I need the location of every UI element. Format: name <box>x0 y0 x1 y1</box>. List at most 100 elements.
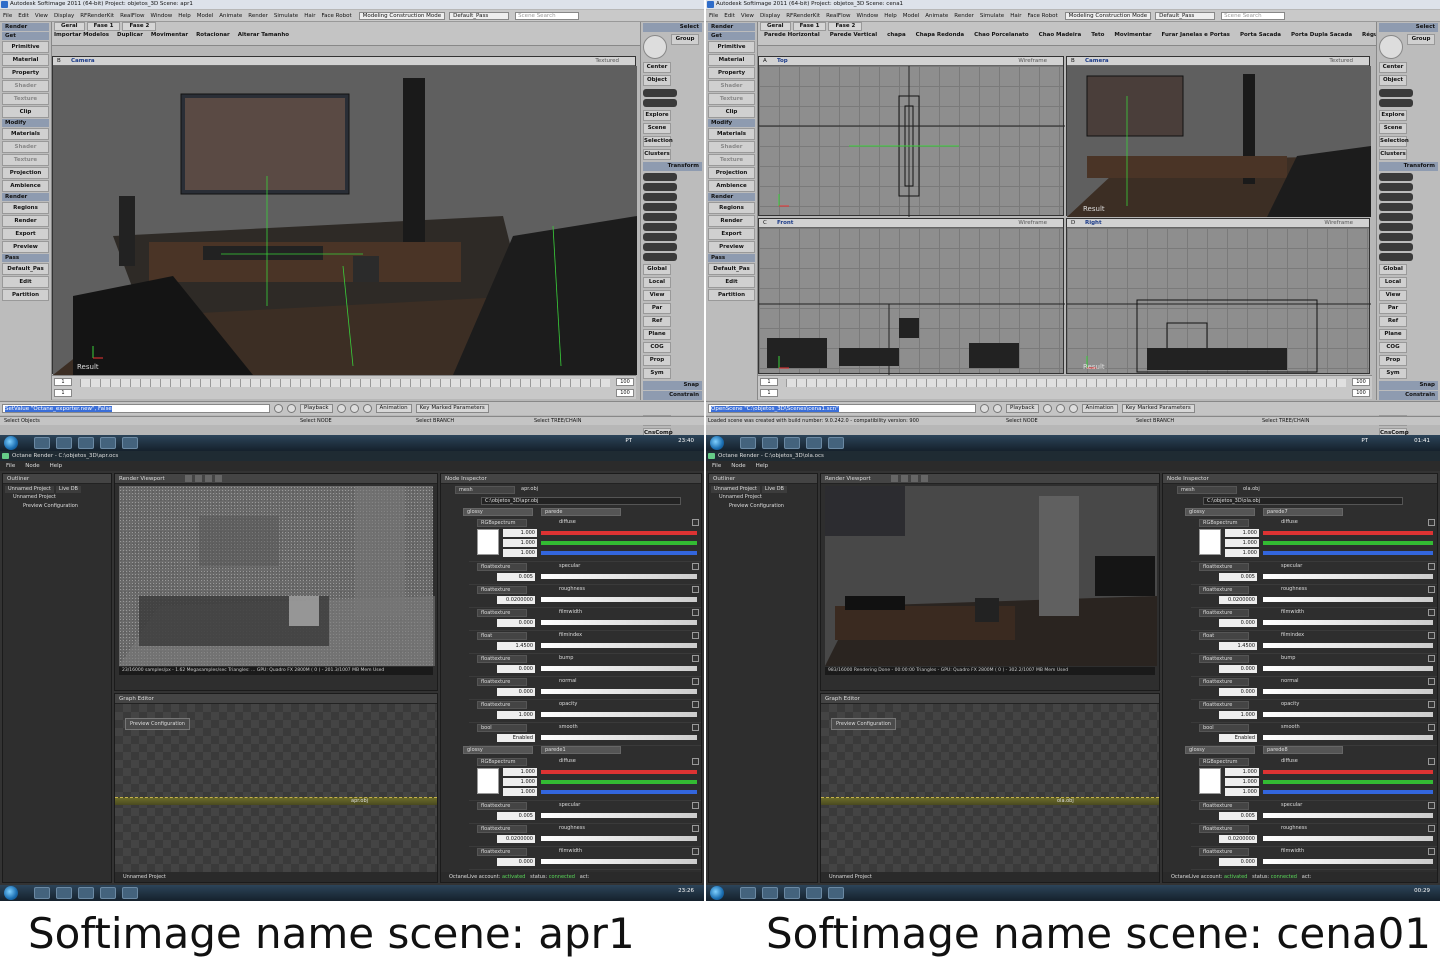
pause-icon[interactable] <box>910 475 918 482</box>
mca-view[interactable]: View <box>643 290 671 301</box>
material-type[interactable]: glossy <box>463 508 533 516</box>
row-value[interactable]: 1.4500 <box>497 642 535 650</box>
row-slider[interactable] <box>541 712 697 717</box>
menu-face-robot[interactable]: Face Robot <box>1025 13 1061 19</box>
row-type[interactable]: floattexture <box>477 655 527 663</box>
mesh-path[interactable]: C:\objetos_3D\apr.obj <box>481 497 681 505</box>
mesh-node-bar[interactable] <box>821 797 1159 805</box>
mca-local[interactable]: Local <box>1379 277 1407 288</box>
transform-field[interactable] <box>643 193 677 201</box>
panel-regions[interactable]: Regions <box>2 202 49 214</box>
viewport-display-mode[interactable]: Wireframe <box>1324 219 1353 228</box>
transform-field[interactable] <box>1379 173 1413 181</box>
taskbar-softimage-icon[interactable] <box>78 437 94 449</box>
mode-dropdown[interactable]: Modeling Construction Mode <box>358 11 446 20</box>
panel-ambience[interactable]: Ambience <box>2 180 49 192</box>
transform-field[interactable] <box>1379 233 1413 241</box>
pause-icon[interactable] <box>204 475 212 482</box>
tool-chapa-redonda[interactable]: Chapa Redonda <box>916 32 964 38</box>
rgb-slider-0[interactable] <box>541 531 697 535</box>
rgb-value[interactable]: 1.000 <box>503 529 537 537</box>
camera-viewport[interactable]: B Camera Textured Result <box>52 56 637 375</box>
mca-group[interactable]: Group <box>1407 34 1435 45</box>
mca-par[interactable]: Par <box>643 303 671 314</box>
panel-materials[interactable]: Materials <box>708 128 755 140</box>
panel-shader[interactable]: Shader <box>708 141 755 153</box>
tool-rotacionar[interactable]: Rotacionar <box>196 32 230 38</box>
rgb-value[interactable]: 1.000 <box>503 768 537 776</box>
viewport-canvas[interactable]: Result <box>1067 228 1371 373</box>
mca-group[interactable]: Group <box>671 34 699 45</box>
transform-field[interactable] <box>1379 193 1413 201</box>
row-checkbox[interactable] <box>1428 701 1435 708</box>
play-icon[interactable] <box>900 475 908 482</box>
start-button[interactable] <box>710 436 724 450</box>
taskbar-ie-icon[interactable] <box>740 887 756 899</box>
language-indicator[interactable]: PT <box>625 438 632 444</box>
transform-field[interactable] <box>643 253 677 261</box>
script-icon[interactable] <box>980 404 989 413</box>
tool-chao-porcelanato[interactable]: Chao Porcelanato <box>974 32 1029 38</box>
row-checkbox[interactable] <box>692 848 699 855</box>
rewind-icon[interactable] <box>1042 404 1052 413</box>
scene-search-input[interactable]: Scene Search <box>515 11 580 20</box>
panel-edit[interactable]: Edit <box>708 276 755 288</box>
transform-field[interactable] <box>1379 203 1413 211</box>
mca-global[interactable]: Global <box>1379 264 1407 275</box>
timeline-current-frame[interactable]: 1 <box>760 389 778 397</box>
timeline[interactable]: 1 100 1 100 <box>52 375 636 399</box>
taskbar-app-icon[interactable] <box>828 437 844 449</box>
menu-node[interactable]: Node <box>731 461 745 471</box>
transform-field[interactable] <box>643 243 677 251</box>
row-checkbox[interactable] <box>1428 825 1435 832</box>
panel-texture[interactable]: Texture <box>2 93 49 105</box>
row-slider[interactable] <box>541 859 697 864</box>
timeline-end[interactable]: 100 <box>616 378 634 386</box>
panel-default-pas[interactable]: Default_Pas <box>708 263 755 275</box>
rewind-icon[interactable] <box>336 404 346 413</box>
color-swatch[interactable] <box>1199 529 1221 555</box>
menu-model[interactable]: Model <box>900 13 923 19</box>
tool-alterar-tamanho[interactable]: Alterar Tamanho <box>238 32 289 38</box>
material-name[interactable]: parede1 <box>541 746 621 754</box>
row-type[interactable]: floattexture <box>1199 678 1249 686</box>
row-checkbox[interactable] <box>692 701 699 708</box>
scene-search-input[interactable]: Scene Search <box>1221 11 1286 20</box>
menu-view[interactable]: View <box>32 13 51 19</box>
row-slider[interactable] <box>541 813 697 818</box>
panel-shader[interactable]: Shader <box>2 80 49 92</box>
taskbar-ie-icon[interactable] <box>34 437 50 449</box>
outliner-header[interactable]: Outliner <box>709 474 817 484</box>
panel-projection[interactable]: Projection <box>708 167 755 179</box>
rgb-slider-2[interactable] <box>541 551 697 555</box>
material-type[interactable]: glossy <box>463 746 533 754</box>
menu-simulate[interactable]: Simulate <box>271 13 301 19</box>
color-swatch[interactable] <box>477 529 499 555</box>
taskbar-octane-icon[interactable] <box>100 887 116 899</box>
row-checkbox[interactable] <box>692 802 699 809</box>
row-checkbox[interactable] <box>692 724 699 731</box>
row-value[interactable]: 0.005 <box>1219 812 1257 820</box>
pass-dropdown[interactable]: Default_Pass <box>1155 11 1216 20</box>
front-viewport[interactable]: C Front Wireframe <box>758 218 1065 375</box>
outliner-tab-livedb[interactable]: Live DB <box>55 486 81 493</box>
row-slider[interactable] <box>541 735 697 740</box>
row-checkbox[interactable] <box>1428 848 1435 855</box>
row-type[interactable]: floattexture <box>477 563 527 571</box>
rgb-slider-1[interactable] <box>541 780 697 784</box>
tool-furar-janelas-e-portas[interactable]: Furar Janelas e Portas <box>1162 32 1230 38</box>
panel-partition[interactable]: Partition <box>708 289 755 301</box>
row-value[interactable]: 0.000 <box>1219 665 1257 673</box>
tool-chao-madeira[interactable]: Chao Madeira <box>1039 32 1082 38</box>
shelf-tab-fase-2[interactable]: Fase 2 <box>828 22 863 31</box>
mca-selection[interactable]: Selection <box>1379 136 1409 147</box>
timeline-end2[interactable]: 100 <box>1352 389 1370 397</box>
row-checkbox[interactable] <box>692 563 699 570</box>
taskbar-softimage-icon[interactable] <box>784 887 800 899</box>
playback-button[interactable]: Playback <box>1006 404 1039 413</box>
mca-center[interactable]: Center <box>1379 62 1407 73</box>
script-icon[interactable] <box>274 404 283 413</box>
mca-object[interactable]: Object <box>1379 75 1407 86</box>
viewport-camera-menu[interactable]: Right <box>1085 219 1102 228</box>
stop-icon[interactable] <box>184 475 192 482</box>
